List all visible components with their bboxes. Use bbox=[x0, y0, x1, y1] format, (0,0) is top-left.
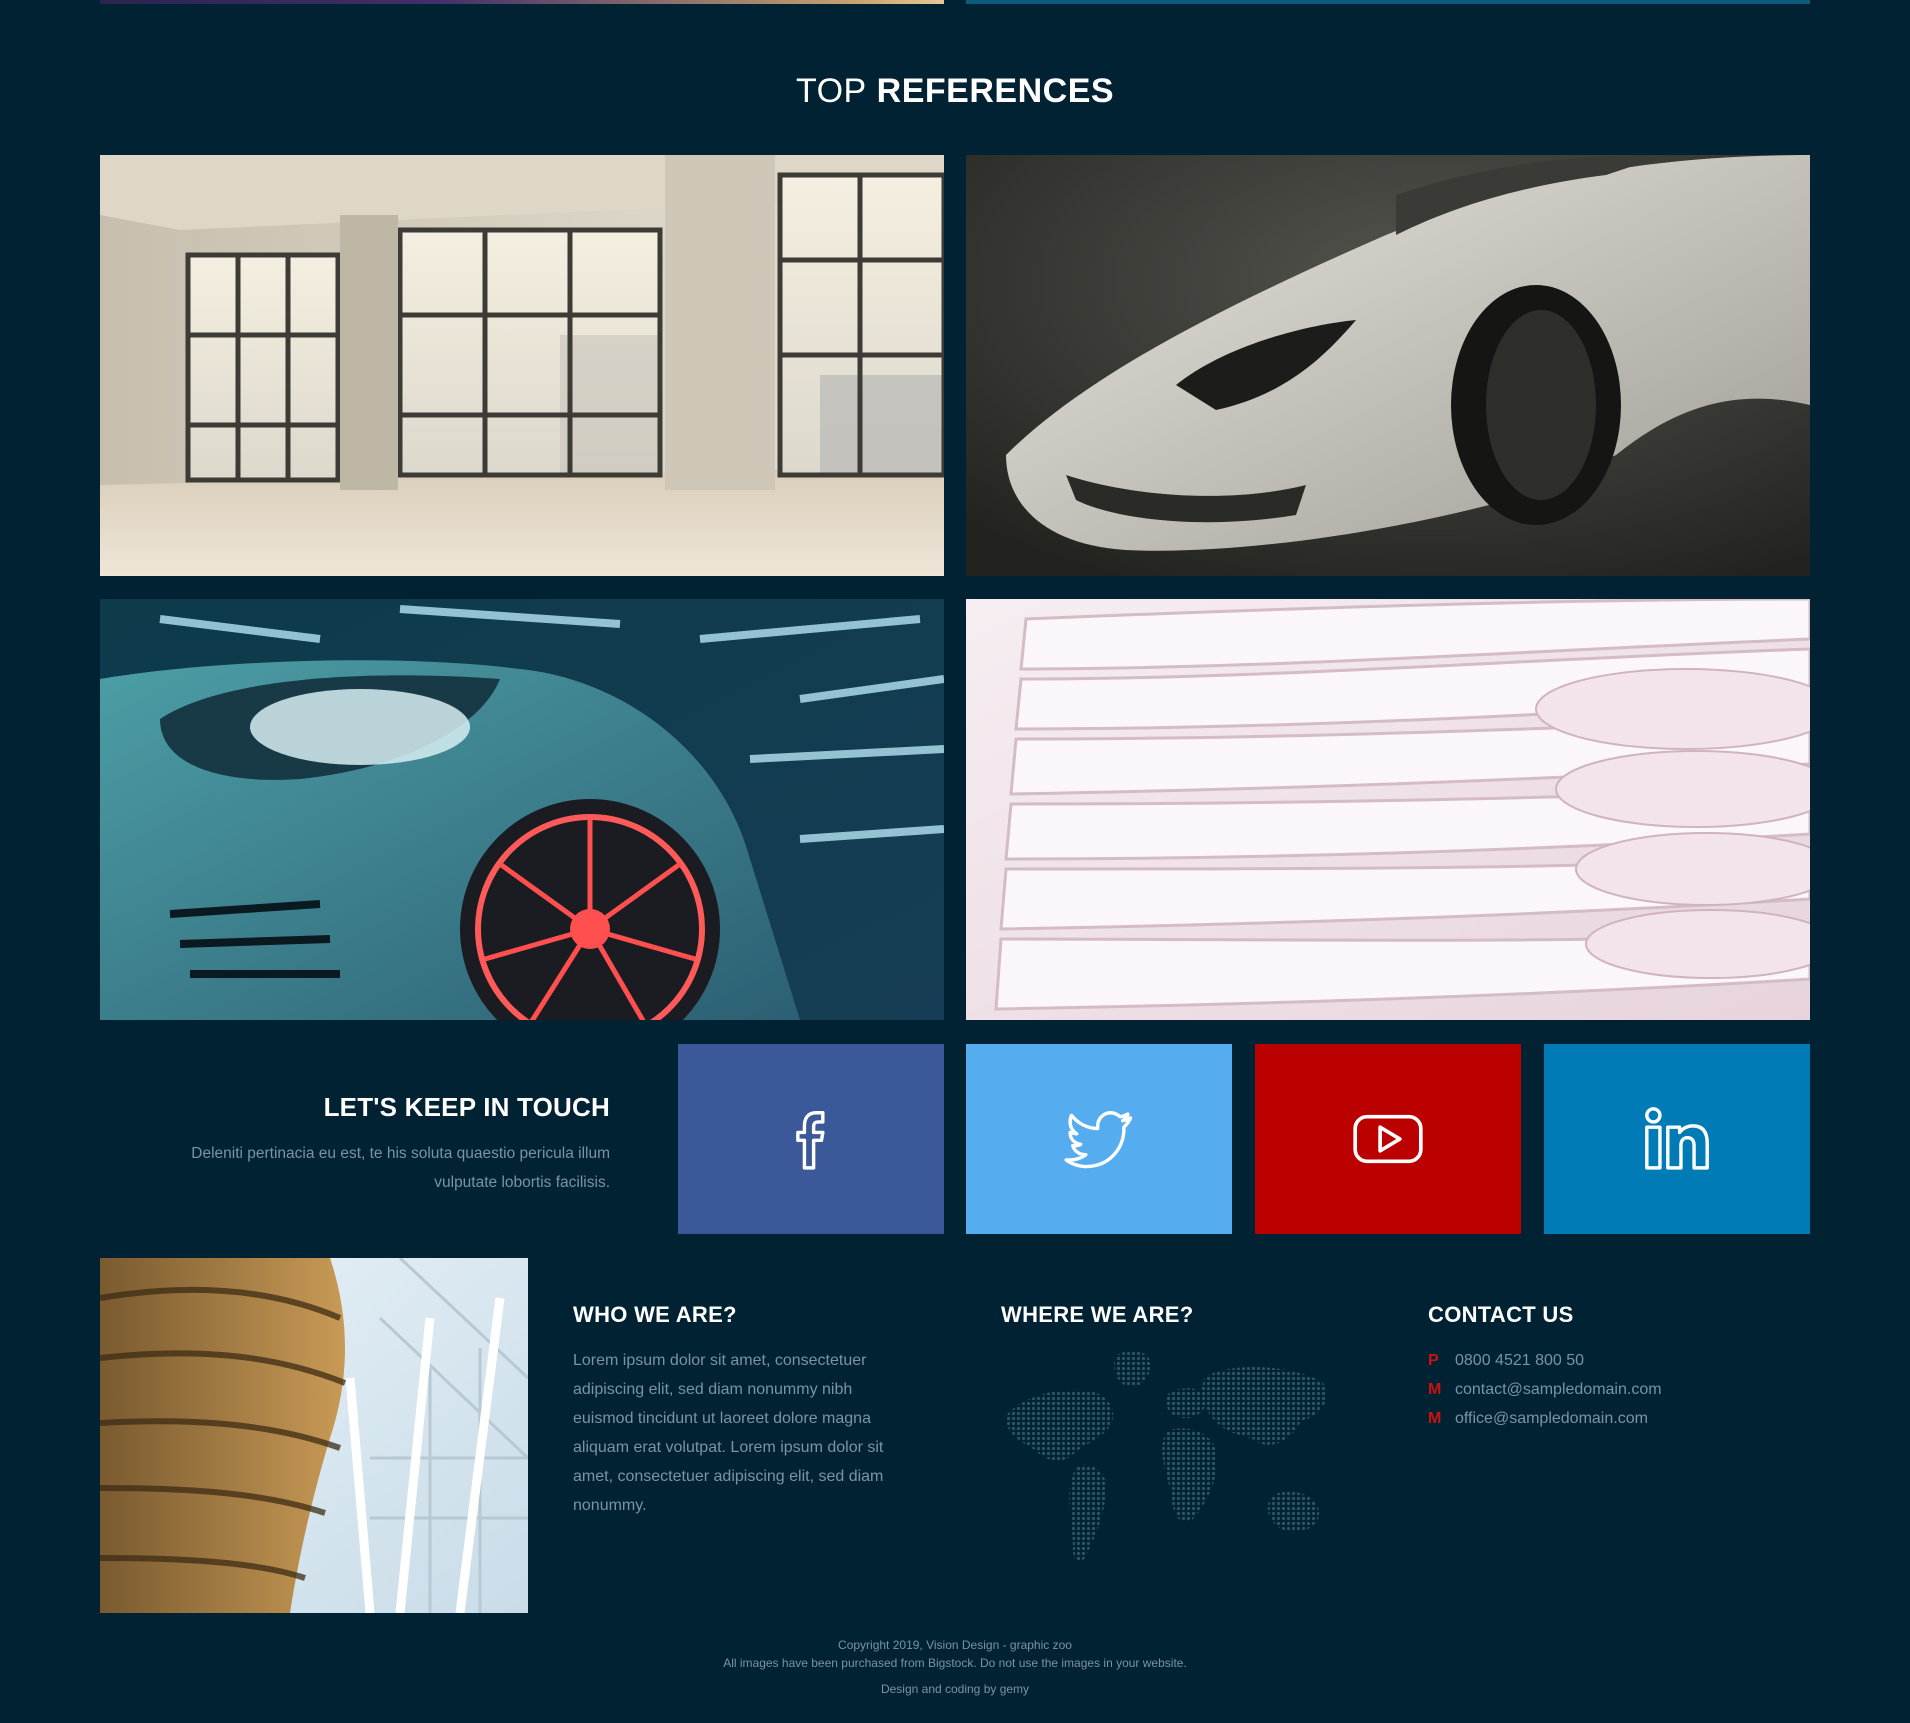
contact-email[interactable]: contact@sampledomain.com bbox=[1455, 1375, 1662, 1404]
reference-white-curved-wall[interactable] bbox=[966, 599, 1810, 1020]
copyright-text: Copyright 2019, Vision Design - graphic … bbox=[838, 1638, 1072, 1652]
reference-empty-office-loft[interactable] bbox=[100, 155, 944, 576]
world-map-icon bbox=[1001, 1346, 1341, 1576]
keep-in-touch-text: Deleniti pertinacia eu est, te his solut… bbox=[100, 1139, 610, 1197]
facebook-icon bbox=[796, 1111, 825, 1170]
where-we-are-column: WHERE WE ARE? bbox=[1001, 1302, 1341, 1576]
twitter-button[interactable] bbox=[966, 1044, 1232, 1234]
youtube-icon bbox=[1353, 1114, 1423, 1164]
image-notice-text: All images have been purchased from Bigs… bbox=[723, 1656, 1187, 1670]
previous-image-right bbox=[966, 0, 1810, 4]
twitter-icon bbox=[1064, 1111, 1133, 1169]
keep-in-touch-text-line2: vulputate lobortis facilisis. bbox=[434, 1174, 610, 1191]
footer-architecture-image bbox=[100, 1258, 528, 1613]
reference-teal-sports-car[interactable] bbox=[100, 599, 944, 1020]
office-mail-item: M office@sampledomain.com bbox=[1428, 1404, 1662, 1433]
footer-copyright: Copyright 2019, Vision Design - graphic … bbox=[0, 1636, 1910, 1672]
youtube-button[interactable] bbox=[1255, 1044, 1521, 1234]
mail-tag: M bbox=[1428, 1410, 1442, 1427]
section-title: TOP REFERENCES bbox=[0, 72, 1910, 111]
linkedin-icon bbox=[1645, 1107, 1709, 1170]
where-we-are-title: WHERE WE ARE? bbox=[1001, 1302, 1194, 1327]
contact-mail-item: M contact@sampledomain.com bbox=[1428, 1375, 1662, 1404]
keep-in-touch-block: LET'S KEEP IN TOUCH Deleniti pertinacia … bbox=[100, 1092, 610, 1197]
contact-phone-item: P 0800 4521 800 50 bbox=[1428, 1346, 1662, 1375]
mail-tag: M bbox=[1428, 1381, 1442, 1398]
phone-tag: P bbox=[1428, 1352, 1439, 1369]
previous-image-left bbox=[100, 0, 944, 4]
linkedin-button[interactable] bbox=[1544, 1044, 1810, 1234]
contact-us-column: CONTACT US P 0800 4521 800 50 M contact@… bbox=[1428, 1302, 1662, 1433]
who-we-are-title: WHO WE ARE? bbox=[573, 1302, 737, 1327]
contact-us-title: CONTACT US bbox=[1428, 1302, 1574, 1327]
office-email[interactable]: office@sampledomain.com bbox=[1455, 1404, 1648, 1433]
reference-white-sports-car[interactable] bbox=[966, 155, 1810, 576]
section-title-light: TOP bbox=[795, 72, 867, 110]
facebook-button[interactable] bbox=[678, 1044, 944, 1234]
who-we-are-column: WHO WE ARE? Lorem ipsum dolor sit amet, … bbox=[573, 1302, 913, 1520]
footer-credit: Design and coding by gemy bbox=[880, 1682, 1030, 1696]
who-we-are-text: Lorem ipsum dolor sit amet, consectetuer… bbox=[573, 1352, 884, 1514]
keep-in-touch-title: LET'S KEEP IN TOUCH bbox=[323, 1092, 610, 1122]
contact-list: P 0800 4521 800 50 M contact@sampledomai… bbox=[1428, 1346, 1662, 1433]
section-title-bold: REFERENCES bbox=[876, 72, 1115, 110]
keep-in-touch-text-line1: Deleniti pertinacia eu est, te his solut… bbox=[191, 1145, 610, 1162]
contact-phone[interactable]: 0800 4521 800 50 bbox=[1455, 1346, 1584, 1375]
